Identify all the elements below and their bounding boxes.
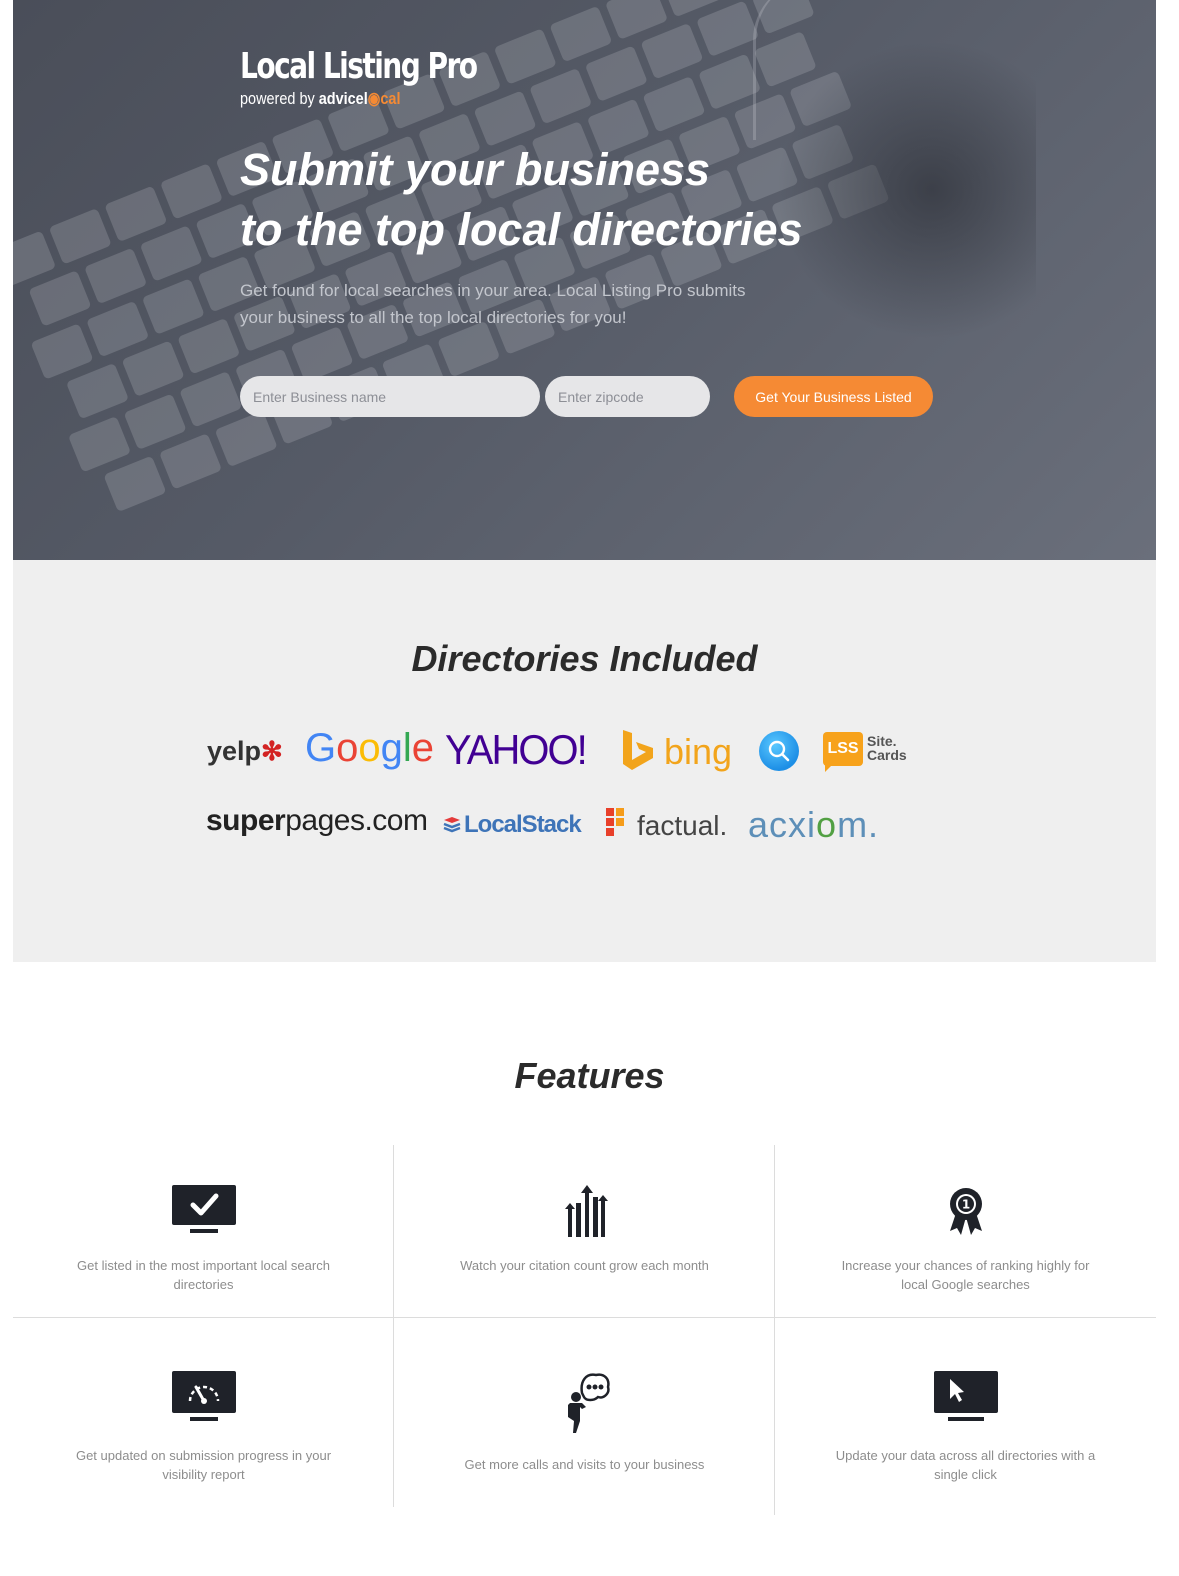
google-logo: Google xyxy=(305,728,434,768)
yahoo-logo: YAHOO! xyxy=(445,726,588,773)
feature-card: Update your data across all directories … xyxy=(775,1317,1156,1515)
localstack-logo: LocalStack xyxy=(464,811,582,838)
keyboard-key-decor xyxy=(698,53,762,111)
feature-text: Get listed in the most important local s… xyxy=(77,1258,330,1292)
brand-logo[interactable]: Local Listing Pro powered by advicel◉cal xyxy=(240,46,543,109)
keyboard-key-decor xyxy=(65,362,130,420)
feature-text: Increase your chances of ranking highly … xyxy=(841,1258,1090,1292)
superpages-rest: pages.com xyxy=(285,804,428,837)
keyboard-key-decor xyxy=(104,185,168,243)
monitor-gauge-icon xyxy=(171,1371,236,1421)
business-name-input[interactable] xyxy=(240,376,540,417)
feature-card: 1 Increase your chances of ranking highl… xyxy=(775,1145,1156,1317)
lss-logo: LSS xyxy=(823,732,863,766)
google-letter: g xyxy=(380,726,403,770)
yelp-burst-icon: ✻ xyxy=(261,736,283,766)
person-speech-icon xyxy=(567,1373,610,1433)
keyboard-key-decor xyxy=(123,393,187,451)
localstack-mark-icon xyxy=(443,817,461,833)
brand-name: Local Listing Pro xyxy=(240,46,478,87)
award-ribbon-icon: 1 xyxy=(949,1188,982,1235)
yelp-logo: yelp✻ xyxy=(207,738,283,765)
column-divider xyxy=(393,1145,394,1507)
feature-card: Watch your citation count grow each mont… xyxy=(394,1145,775,1317)
feature-text: Update your data across all directories … xyxy=(835,1448,1096,1482)
keyboard-key-decor xyxy=(139,225,203,282)
superpages-logo: superpages.com xyxy=(206,804,428,837)
hero-title: Submit your business to the top local di… xyxy=(240,140,960,260)
acxiom-a: acxi xyxy=(748,804,817,845)
google-letter: G xyxy=(305,726,337,770)
keyboard-key-decor xyxy=(214,410,278,468)
keyboard-key-decor xyxy=(86,300,150,358)
acxiom-logo: acxiom. xyxy=(748,807,879,843)
hero-section: Local Listing Pro powered by advicel◉cal… xyxy=(13,0,1156,560)
row-divider xyxy=(13,1317,1156,1318)
feature-card: Get updated on submission progress in yo… xyxy=(13,1317,394,1515)
directories-section: Directories Included yelp✻ Google YAHOO!… xyxy=(13,560,1156,962)
brand-powered-prefix: powered by xyxy=(240,89,319,108)
feature-text: Watch your citation count grow each mont… xyxy=(460,1258,709,1273)
feature-card: Get listed in the most important local s… xyxy=(13,1145,394,1317)
directories-title: Directories Included xyxy=(411,638,758,679)
keyboard-key-decor xyxy=(13,230,57,288)
feature-text: Get more calls and visits to your busine… xyxy=(464,1457,705,1472)
keyboard-key-decor xyxy=(177,317,241,375)
cable-background xyxy=(753,0,873,140)
google-letter: o xyxy=(336,726,359,770)
get-listed-button[interactable]: Get Your Business Listed xyxy=(734,376,933,417)
feature-card: Get more calls and visits to your busine… xyxy=(394,1317,775,1515)
google-letter: o xyxy=(358,726,381,770)
lss-site-cards-text: Site. Cards xyxy=(867,734,907,762)
keyboard-key-decor xyxy=(48,208,112,265)
acxiom-globe: o xyxy=(816,804,838,845)
keyboard-key-decor xyxy=(159,163,224,220)
brand-powered-cal: cal xyxy=(380,89,401,108)
keyboard-key-decor xyxy=(290,326,354,383)
lss-line2: Cards xyxy=(867,747,907,763)
keyboard-key-decor xyxy=(141,278,205,335)
hero-title-line2: to the top local directories xyxy=(240,204,803,255)
lss-logo-tail xyxy=(825,764,833,772)
brand-powered-by: powered by advicel◉cal xyxy=(240,89,498,109)
keyboard-key-decor xyxy=(84,247,148,305)
bing-mark-icon xyxy=(623,730,653,770)
feature-text: Get updated on submission progress in yo… xyxy=(75,1448,332,1482)
yelp-logo-text: yelp xyxy=(207,736,262,766)
features-title: Features xyxy=(514,1055,665,1096)
keyboard-key-decor xyxy=(642,75,706,133)
factual-logo: factual. xyxy=(637,810,728,841)
keyboard-key-decor xyxy=(67,415,132,473)
superpages-bold: super xyxy=(206,804,286,837)
brand-powered-advice: advice xyxy=(318,89,364,108)
hero-subtitle: Get found for local searches in your are… xyxy=(240,281,746,327)
keyboard-key-decor xyxy=(549,5,613,63)
monitor-check-icon xyxy=(171,1185,236,1233)
keyboard-key-decor xyxy=(158,433,223,490)
google-letter: e xyxy=(411,726,435,770)
acxiom-b: m. xyxy=(837,804,880,845)
keyboard-key-decor xyxy=(179,371,243,428)
svg-text:1: 1 xyxy=(961,1198,969,1212)
magnifier-logo-icon xyxy=(759,731,799,771)
column-divider xyxy=(774,1145,775,1515)
location-pin-icon: ◉ xyxy=(367,89,381,108)
keyboard-key-decor xyxy=(584,45,648,102)
google-letter: l xyxy=(402,726,412,770)
hero-title-line1: Submit your business xyxy=(240,144,711,195)
bing-logo: bing xyxy=(664,731,733,772)
factual-mark-icon xyxy=(606,808,624,836)
growth-bars-icon xyxy=(564,1185,608,1237)
features-grid: Get listed in the most important local s… xyxy=(13,1145,1156,1515)
keyboard-key-decor xyxy=(30,323,94,380)
zipcode-input[interactable] xyxy=(545,376,710,417)
keyboard-key-decor xyxy=(640,22,704,80)
keyboard-key-decor xyxy=(121,340,185,397)
keyboard-key-decor xyxy=(28,270,92,327)
keyboard-key-decor xyxy=(103,455,167,513)
keyboard-key-decor xyxy=(695,0,760,57)
monitor-cursor-icon xyxy=(933,1371,998,1421)
